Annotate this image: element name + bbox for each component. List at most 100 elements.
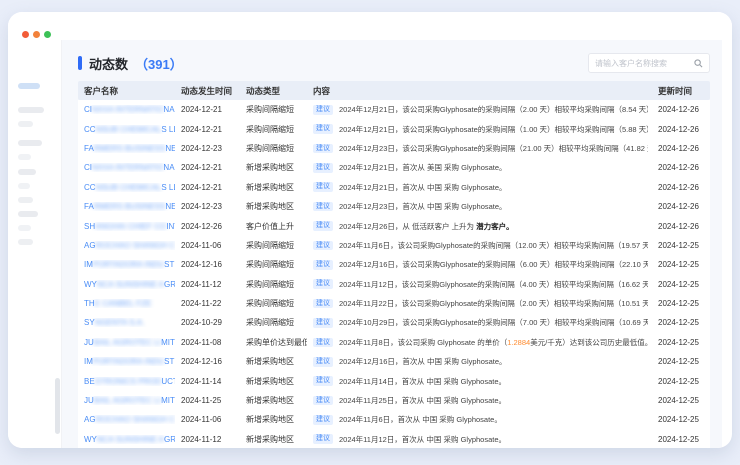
customer-name-cell: FARMERS BUSINESSNET... bbox=[78, 202, 175, 211]
customer-name-cell: SHANGHAI CHIEF COINTER... bbox=[78, 222, 175, 231]
updated-cell: 2024-12-25 bbox=[652, 299, 710, 308]
content-text: 2024年12月21日，首次从 美国 采购 Glyphosate。 bbox=[339, 162, 507, 173]
customer-name-link[interactable]: CINXXA INTERNATIONAL L... bbox=[84, 163, 175, 172]
customer-name-cell: CINXXA INTERNATIONAL L... bbox=[78, 105, 175, 114]
content-text: 2024年12月23日，该公司采购Glyphosate的采购间隔（21.00 天… bbox=[339, 143, 648, 154]
customer-name-link[interactable]: FARMERS BUSINESSNET... bbox=[84, 144, 175, 153]
title-accent-bar bbox=[78, 56, 82, 70]
customer-name-link[interactable]: IMPORTADORA INDUSTRIA... bbox=[84, 357, 175, 366]
updated-cell: 2024-12-25 bbox=[652, 338, 710, 347]
customer-name-link[interactable]: CCNSUB CHEMICALS LLC bbox=[84, 125, 175, 134]
event-type-cell: 采购间隔缩短 bbox=[240, 259, 307, 270]
customer-name-link[interactable]: CINXXA INTERNATIONAL L... bbox=[84, 105, 175, 114]
suggestion-badge: 建议 bbox=[313, 202, 333, 212]
customer-name-cell: THE CANBEL FZE bbox=[78, 299, 175, 308]
table-row: CCNSUB CHEMICALS LLC 2024-12-21 新增采购地区 建… bbox=[78, 178, 710, 197]
event-type-cell: 采购间隔缩短 bbox=[240, 298, 307, 309]
customer-name-link[interactable]: JUBAIL AGROTEC LIMITED bbox=[84, 396, 175, 405]
search-placeholder: 请输入客户名称搜索 bbox=[595, 58, 690, 69]
table-row: BESTRONICS PRODUCTIO... 2024-11-14 新增采购地… bbox=[78, 371, 710, 390]
window-controls bbox=[22, 31, 51, 38]
event-type-cell: 新增采购地区 bbox=[240, 162, 307, 173]
activity-table: 客户名称 动态发生时间 动态类型 内容 更新时间 CINXXA INTERNAT… bbox=[78, 81, 710, 448]
updated-cell: 2024-12-25 bbox=[652, 241, 710, 250]
content-text: 2024年11月6日，该公司采购Glyphosate的采购间隔（12.00 天）… bbox=[339, 240, 648, 251]
customer-name-link[interactable]: WYNCA SUNSHINE AGRIC ... bbox=[84, 435, 175, 444]
customer-name-cell: CCNSUB CHEMICALS LLC bbox=[78, 183, 175, 192]
close-window-button[interactable] bbox=[22, 31, 29, 38]
sidebar-scrollbar-thumb[interactable] bbox=[55, 378, 60, 434]
search-icon[interactable] bbox=[694, 59, 703, 68]
page-header: 动态数 （391） 请输入客户名称搜索 bbox=[78, 52, 710, 74]
content-text: 2024年12月23日，首次从 中国 采购 Glyphosate。 bbox=[339, 201, 507, 212]
customer-name-link[interactable]: SHANGHAI CHIEF COINTER... bbox=[84, 222, 175, 231]
event-date-cell: 2024-11-06 bbox=[175, 241, 240, 250]
customer-search-input[interactable]: 请输入客户名称搜索 bbox=[588, 53, 710, 73]
suggestion-badge: 建议 bbox=[313, 221, 333, 231]
event-date-cell: 2024-11-12 bbox=[175, 435, 240, 444]
sidebar-skeleton-item bbox=[18, 239, 33, 245]
table-header-row: 客户名称 动态发生时间 动态类型 内容 更新时间 bbox=[78, 81, 710, 100]
column-header-updated: 更新时间 bbox=[652, 85, 710, 97]
event-type-cell: 新增采购地区 bbox=[240, 414, 307, 425]
table-row: CINXXA INTERNATIONAL L... 2024-12-21 新增采… bbox=[78, 158, 710, 177]
event-date-cell: 2024-11-14 bbox=[175, 377, 240, 386]
sidebar-skeleton-item bbox=[18, 140, 42, 146]
customer-name-link[interactable]: THE CANBEL FZE bbox=[84, 299, 151, 308]
content-cell: 建议 2024年11月22日，该公司采购Glyphosate的采购间隔（2.00… bbox=[307, 298, 652, 309]
app-window: 动态数 （391） 请输入客户名称搜索 客户名称 动态发生时间 动态类型 内容 … bbox=[8, 12, 732, 448]
event-date-cell: 2024-12-21 bbox=[175, 183, 240, 192]
suggestion-badge: 建议 bbox=[313, 318, 333, 328]
customer-name-link[interactable]: BESTRONICS PRODUCTIO... bbox=[84, 377, 175, 386]
updated-cell: 2024-12-25 bbox=[652, 280, 710, 289]
content-text: 2024年12月21日，该公司采购Glyphosate的采购间隔（2.00 天）… bbox=[339, 104, 648, 115]
event-date-cell: 2024-12-26 bbox=[175, 222, 240, 231]
event-type-cell: 新增采购地区 bbox=[240, 434, 307, 445]
updated-cell: 2024-12-26 bbox=[652, 105, 710, 114]
content-text: 2024年11月12日，首次从 中国 采购 Glyphosate。 bbox=[339, 434, 506, 445]
page-title: 动态数 bbox=[89, 54, 128, 73]
suggestion-badge: 建议 bbox=[313, 241, 333, 251]
customer-name-link[interactable]: CCNSUB CHEMICALS LLC bbox=[84, 183, 175, 192]
page-title-count: （391） bbox=[135, 54, 183, 73]
content-text: 2024年11月6日，首次从 中国 采购 Glyphosate。 bbox=[339, 414, 502, 425]
customer-name-link[interactable]: WYNCA SUNSHINE AGRIC ... bbox=[84, 280, 175, 289]
customer-name-cell: WYNCA SUNSHINE AGRIC ... bbox=[78, 280, 175, 289]
customer-name-link[interactable]: JUBAIL AGROTEC LIMITED bbox=[84, 338, 175, 347]
sidebar-skeleton-item bbox=[18, 121, 33, 127]
content-text: 2024年11月22日，该公司采购Glyphosate的采购间隔（2.00 天）… bbox=[339, 298, 648, 309]
customer-name-link[interactable]: FARMERS BUSINESSNET... bbox=[84, 202, 175, 211]
content-text: 2024年12月26日，从 低活跃客户 上升为 潜力客户。 bbox=[339, 221, 514, 232]
suggestion-badge: 建议 bbox=[313, 338, 333, 348]
event-date-cell: 2024-11-25 bbox=[175, 396, 240, 405]
updated-cell: 2024-12-25 bbox=[652, 357, 710, 366]
updated-cell: 2024-12-26 bbox=[652, 125, 710, 134]
customer-name-link[interactable]: IMPORTADORA INDUSTRIA... bbox=[84, 260, 175, 269]
customer-name-link[interactable]: AGROCHAO SHANGH COMPA... bbox=[84, 415, 175, 424]
sidebar-skeleton-item bbox=[18, 197, 33, 203]
customer-name-cell: FARMERS BUSINESSNET... bbox=[78, 144, 175, 153]
suggestion-badge: 建议 bbox=[313, 124, 333, 134]
content-text: 2024年12月16日，该公司采购Glyphosate的采购间隔（6.00 天）… bbox=[339, 259, 648, 270]
table-row: JUBAIL AGROTEC LIMITED 2024-11-25 新增采购地区… bbox=[78, 391, 710, 410]
suggestion-badge: 建议 bbox=[313, 182, 333, 192]
event-date-cell: 2024-11-12 bbox=[175, 280, 240, 289]
customer-name-link[interactable]: SYNGENTA S.A. bbox=[84, 318, 144, 327]
minimize-window-button[interactable] bbox=[33, 31, 40, 38]
event-date-cell: 2024-10-29 bbox=[175, 318, 240, 327]
content-text: 2024年11月8日，该公司采购 Glyphosate 的单价（1.2884美元… bbox=[339, 337, 648, 348]
updated-cell: 2024-12-25 bbox=[652, 415, 710, 424]
event-type-cell: 采购间隔缩短 bbox=[240, 317, 307, 328]
table-row: WYNCA SUNSHINE AGRIC ... 2024-11-12 采购间隔… bbox=[78, 275, 710, 294]
updated-cell: 2024-12-26 bbox=[652, 183, 710, 192]
suggestion-badge: 建议 bbox=[313, 396, 333, 406]
event-date-cell: 2024-11-22 bbox=[175, 299, 240, 308]
customer-name-link[interactable]: AGROCHAO SHANGH COMPA... bbox=[84, 241, 175, 250]
content-text: 2024年12月21日，该公司采购Glyphosate的采购间隔（1.00 天）… bbox=[339, 124, 648, 135]
content-text: 2024年12月16日，首次从 中国 采购 Glyphosate。 bbox=[339, 356, 507, 367]
content-cell: 建议 2024年11月8日，该公司采购 Glyphosate 的单价（1.288… bbox=[307, 337, 652, 348]
suggestion-badge: 建议 bbox=[313, 144, 333, 154]
maximize-window-button[interactable] bbox=[44, 31, 51, 38]
sidebar-skeleton-item bbox=[18, 183, 30, 189]
content-cell: 建议 2024年12月16日，首次从 中国 采购 Glyphosate。 bbox=[307, 356, 652, 367]
